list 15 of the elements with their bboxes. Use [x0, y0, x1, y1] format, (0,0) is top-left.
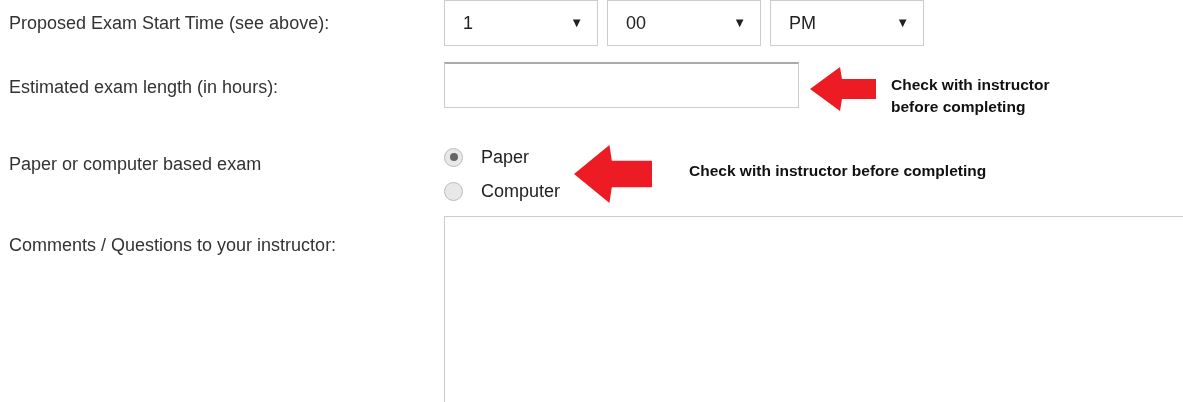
arrow-icon	[574, 144, 653, 203]
field-label: Paper or computer based exam	[8, 152, 263, 176]
comment-field[interactable]	[444, 215, 1183, 402]
field-label: Estimated exam length (in hours):	[8, 76, 280, 99]
dropdown-select[interactable]: PM ▼	[770, 0, 924, 46]
dropdown-select[interactable]: 1 ▼	[444, 0, 598, 46]
radio-option[interactable]: Paper	[444, 142, 561, 172]
note-text: Check with instructor before completing	[891, 75, 1051, 118]
note-text: Check with instructor before completing	[689, 160, 987, 181]
dropdown-select[interactable]: 00 ▼	[607, 0, 761, 46]
field-label: Comments / Questions to your instructor:	[8, 233, 338, 257]
field-label: Proposed Exam Start Time (see above):	[8, 12, 331, 35]
text-field[interactable]	[444, 62, 799, 108]
radio-option[interactable]: Computer	[444, 176, 561, 206]
arrow-icon	[810, 67, 876, 111]
